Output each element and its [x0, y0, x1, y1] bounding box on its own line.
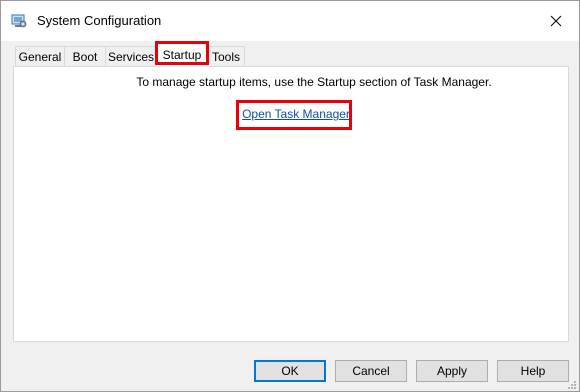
- window-title: System Configuration: [37, 13, 162, 28]
- tab-services[interactable]: Services: [105, 46, 157, 66]
- resize-grip-icon[interactable]: [567, 379, 577, 389]
- task-manager-link-highlight: [236, 100, 352, 130]
- ok-button[interactable]: OK: [254, 360, 326, 382]
- startup-tab-highlight: [155, 41, 209, 65]
- startup-info-text: To manage startup items, use the Startup…: [136, 75, 492, 89]
- help-button[interactable]: Help: [497, 360, 569, 382]
- tab-boot[interactable]: Boot: [64, 46, 106, 66]
- close-icon: [550, 15, 562, 27]
- title-bar[interactable]: System Configuration: [1, 1, 579, 41]
- close-button[interactable]: [533, 1, 579, 41]
- system-configuration-window: System Configuration General Boot Servic…: [0, 0, 580, 392]
- cancel-button[interactable]: Cancel: [335, 360, 407, 382]
- system-configuration-icon: [11, 13, 27, 29]
- apply-button[interactable]: Apply: [416, 360, 488, 382]
- tab-general[interactable]: General: [15, 46, 65, 66]
- startup-tab-panel: To manage startup items, use the Startup…: [13, 66, 569, 342]
- tab-tools[interactable]: Tools: [207, 46, 245, 66]
